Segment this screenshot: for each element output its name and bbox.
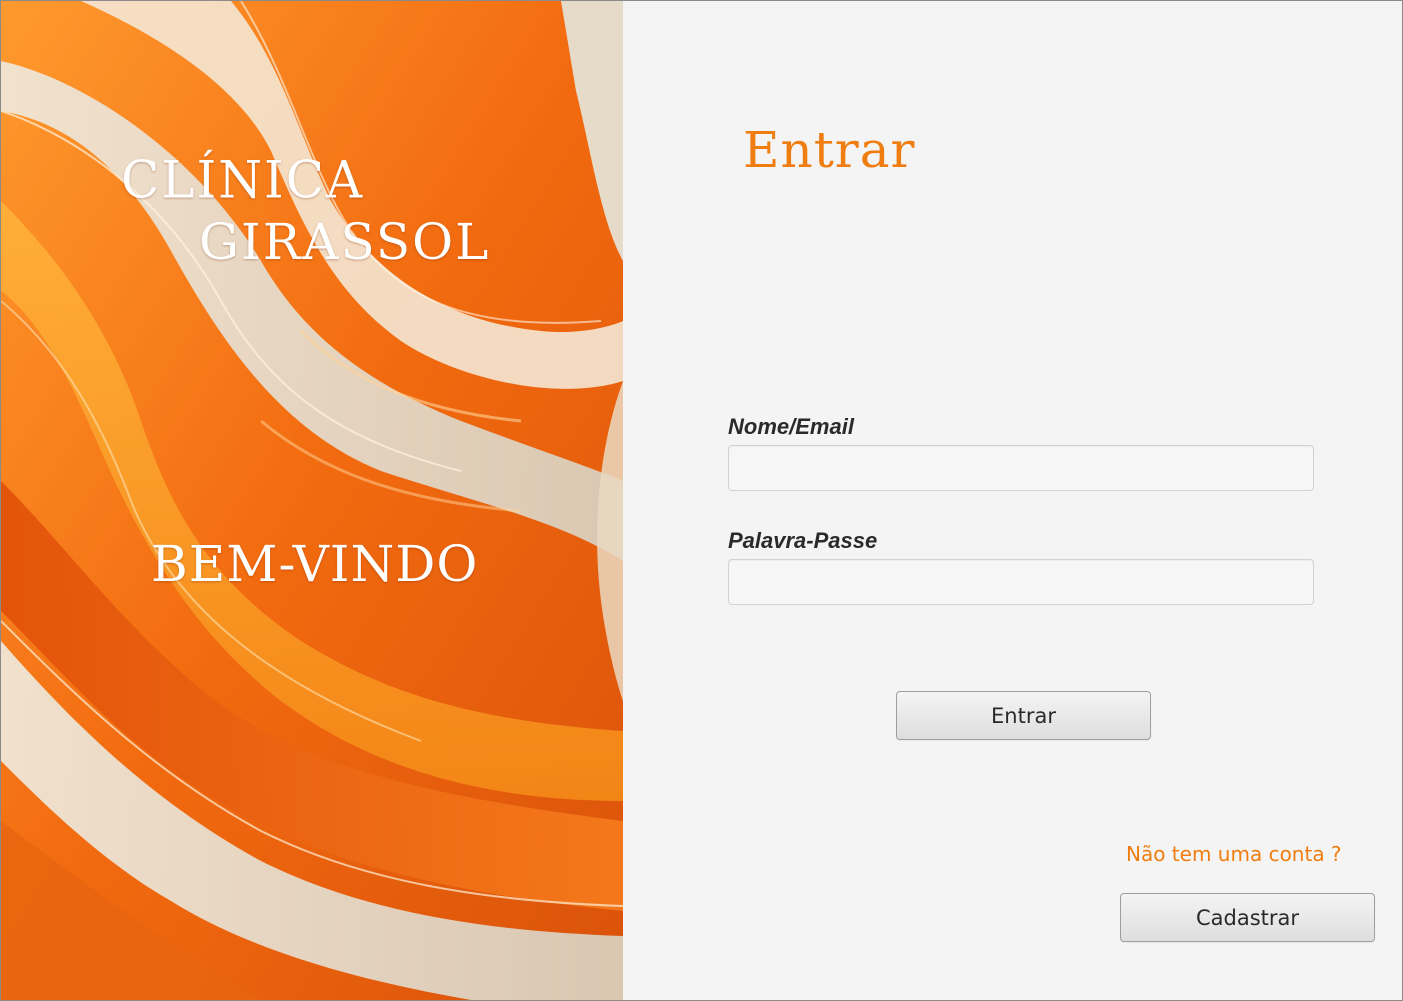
login-title: Entrar [743,121,916,179]
login-form-panel: Entrar Nome/Email Palavra-Passe Entrar N… [623,1,1402,1000]
username-label: Nome/Email [728,414,854,439]
signup-prompt: Não tem uma conta ? [1126,842,1342,866]
password-input[interactable] [728,559,1314,605]
brand-art-panel: CLÍNICA GIRASSOL BEM-VINDO [1,1,623,1000]
signup-button[interactable]: Cadastrar [1120,893,1375,942]
app-window: CLÍNICA GIRASSOL BEM-VINDO Entrar Nome/E… [0,0,1403,1001]
welcome-text: BEM-VINDO [151,535,479,593]
username-input[interactable] [728,445,1314,491]
clinic-name-line-1: CLÍNICA [121,150,365,210]
clinic-name-line-2: GIRASSOL [199,213,491,271]
password-label: Palavra-Passe [728,528,878,553]
login-button[interactable]: Entrar [896,691,1151,740]
